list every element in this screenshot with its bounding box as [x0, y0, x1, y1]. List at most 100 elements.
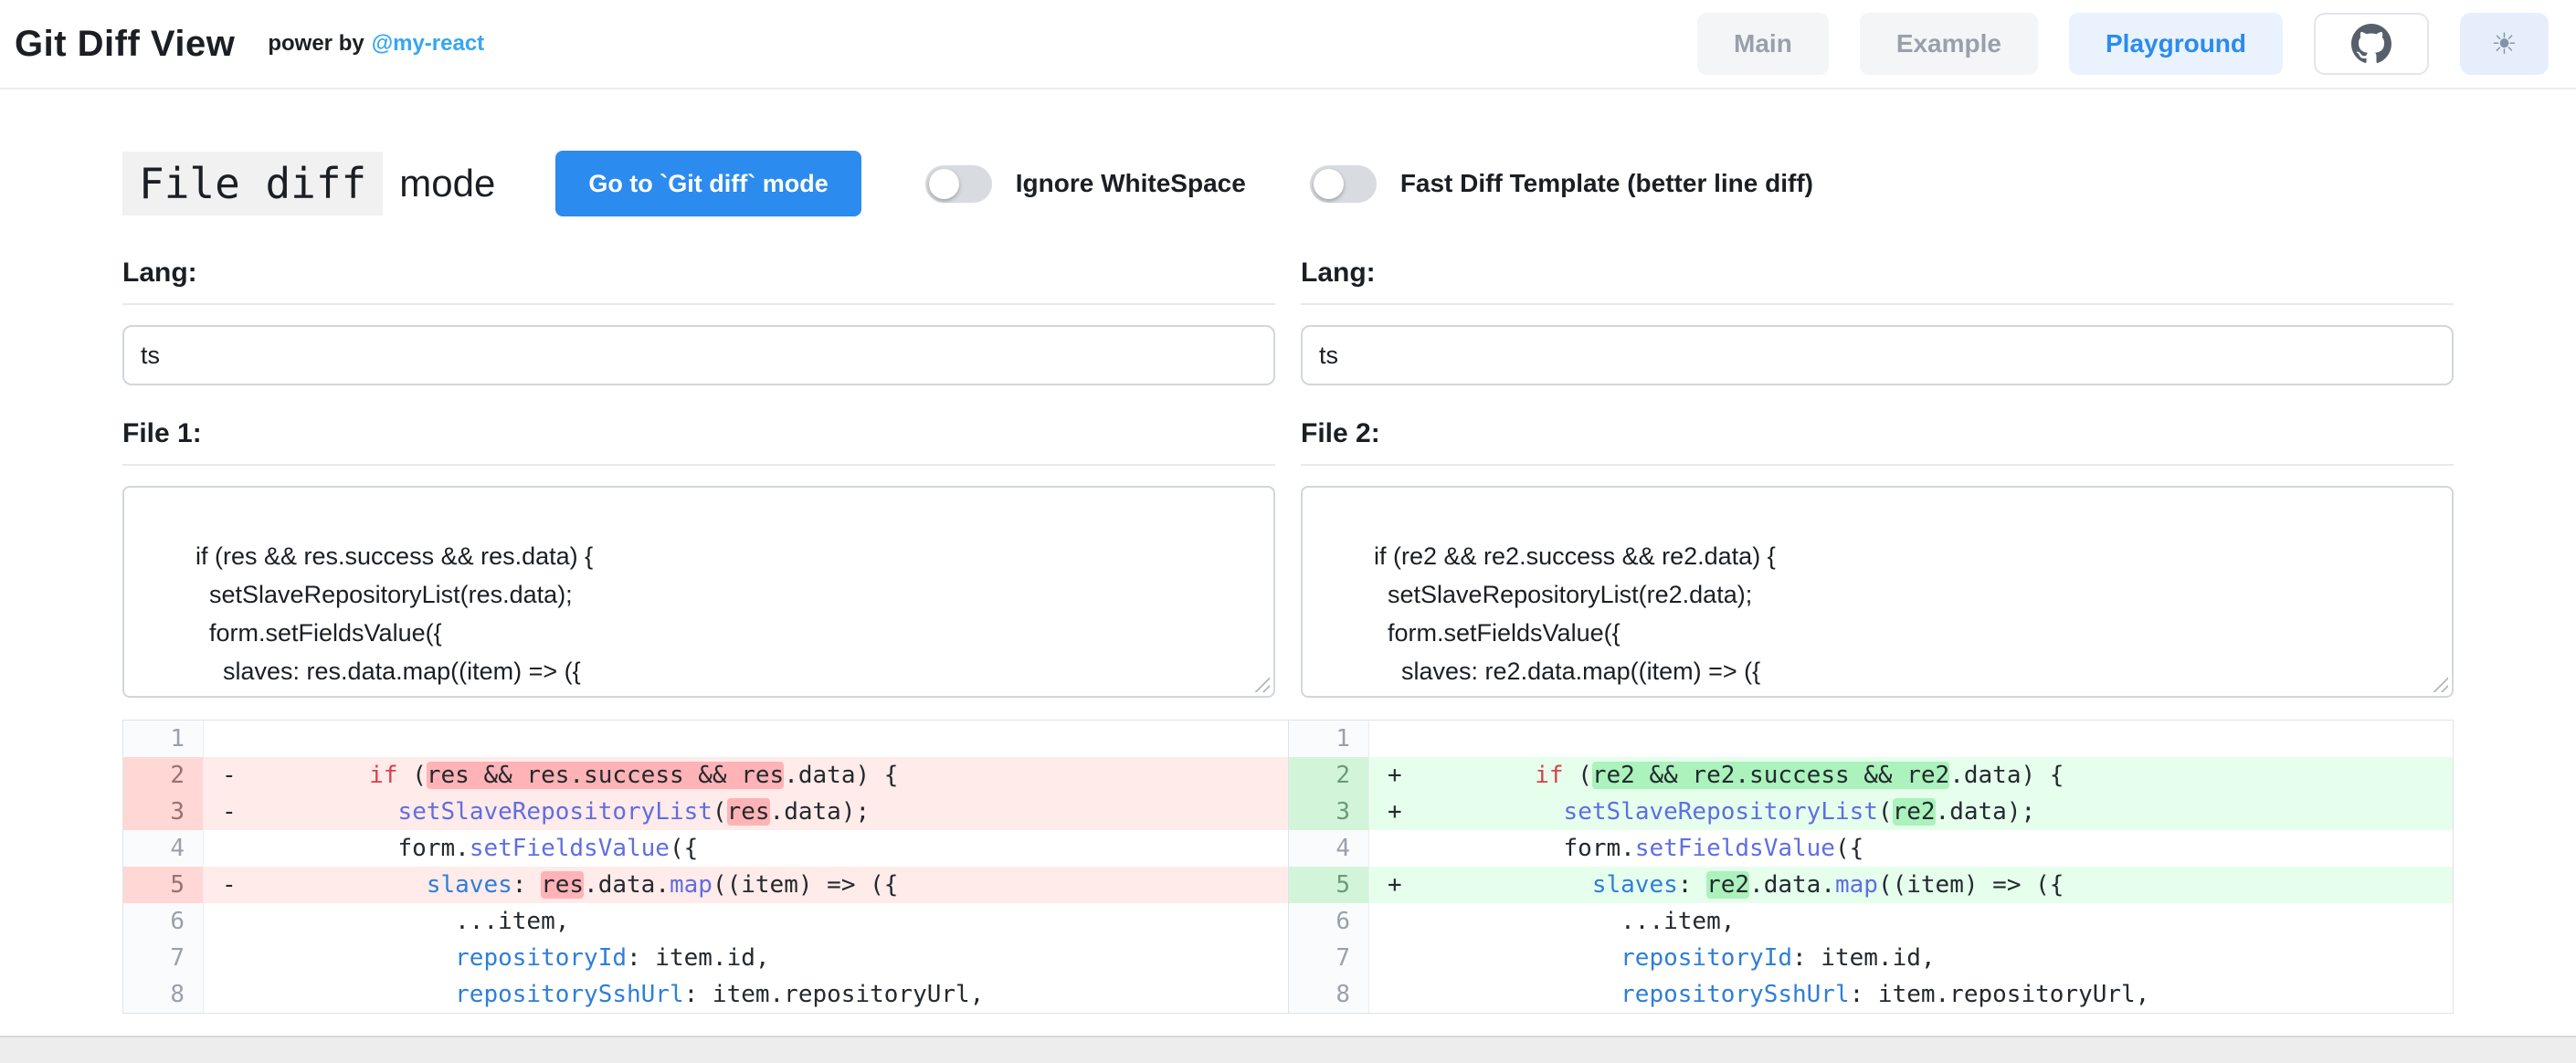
mode-heading-word: mode	[399, 162, 495, 205]
diff-line: 1	[123, 721, 1288, 757]
code-line: slaves: res.data.map((item) => ({	[255, 867, 898, 903]
line-number: 8	[123, 976, 204, 1013]
diff-sign: -	[204, 757, 255, 794]
file2-label: File 2:	[1301, 418, 2454, 466]
file2-textarea[interactable]: if (re2 && re2.success && re2.data) { se…	[1301, 486, 2454, 698]
diff-line: 7 repositoryId: item.id,	[123, 940, 1288, 976]
line-number: 4	[123, 830, 204, 867]
diff-line: 4 form.setFieldsValue({	[123, 830, 1288, 867]
diff-line: 8 repositorySshUrl: item.repositoryUrl,	[123, 976, 1288, 1013]
fast-diff-template-label: Fast Diff Template (better line diff)	[1400, 169, 1813, 198]
line-number: 3	[123, 794, 204, 830]
mode-heading-code: File diff	[122, 152, 383, 216]
mode-row: File diff mode Go to `Git diff` mode Ign…	[122, 150, 2454, 217]
diff-sign: -	[204, 867, 255, 903]
fast-diff-template-group: Fast Diff Template (better line diff)	[1310, 165, 1813, 203]
input-columns: Lang: File 1: if (res && res.success && …	[122, 258, 2454, 698]
diff-line: 7 repositoryId: item.id,	[1289, 940, 2453, 976]
github-button[interactable]	[2314, 13, 2429, 75]
diff-sign: +	[1369, 757, 1420, 794]
diff-sign: +	[1369, 867, 1420, 903]
diff-sign: -	[204, 794, 255, 830]
code-line: repositoryId: item.id,	[1420, 940, 1936, 976]
file1-textarea[interactable]: if (res && res.success && res.data) { se…	[122, 486, 1275, 698]
diff-sign	[204, 976, 255, 1013]
code-line: setSlaveRepositoryList(re2.data);	[1420, 794, 2035, 830]
power-by-link[interactable]: @my-react	[372, 31, 484, 56]
line-number: 1	[123, 721, 204, 757]
file2-textarea-wrap: if (re2 && re2.success && re2.data) { se…	[1301, 486, 2454, 698]
fast-diff-template-toggle[interactable]	[1310, 165, 1377, 203]
code-line: form.setFieldsValue({	[1420, 830, 1863, 867]
line-number: 6	[1289, 903, 1369, 940]
nav-playground-button[interactable]: Playground	[2069, 13, 2283, 75]
theme-toggle-button[interactable]: ☀	[2460, 13, 2549, 75]
line-number: 2	[123, 757, 204, 794]
diff-line: 2+ if (re2 && re2.success && re2.data) {	[1289, 757, 2453, 794]
code-line: repositoryId: item.id,	[255, 940, 770, 976]
diff-line: 3+ setSlaveRepositoryList(re2.data);	[1289, 794, 2453, 830]
code-line: ...item,	[1420, 903, 1735, 940]
main-content: File diff mode Go to `Git diff` mode Ign…	[0, 150, 2576, 1014]
lang-input-right[interactable]	[1301, 325, 2454, 385]
diff-sign	[204, 721, 255, 757]
line-number: 5	[1289, 867, 1369, 903]
ignore-whitespace-label: Ignore WhiteSpace	[1016, 169, 1246, 198]
line-number: 7	[1289, 940, 1369, 976]
line-number: 2	[1289, 757, 1369, 794]
diff-sign	[1369, 721, 1420, 757]
diff-sign	[204, 903, 255, 940]
file1-textarea-wrap: if (res && res.success && res.data) { se…	[122, 486, 1275, 698]
file2-column: Lang: File 2: if (re2 && re2.success && …	[1301, 258, 2454, 698]
diff-line: 2- if (res && res.success && res.data) {	[123, 757, 1288, 794]
diff-view: 12- if (res && res.success && res.data) …	[122, 720, 2454, 1014]
sun-icon: ☀	[2491, 29, 2518, 58]
diff-sign: +	[1369, 794, 1420, 830]
diff-sign	[1369, 903, 1420, 940]
diff-sign	[1369, 940, 1420, 976]
line-number: 7	[123, 940, 204, 976]
code-line: if (re2 && re2.success && re2.data) {	[1420, 757, 2064, 794]
line-number: 6	[123, 903, 204, 940]
lang-input-left[interactable]	[122, 325, 1275, 385]
diff-line: 4 form.setFieldsValue({	[1289, 830, 2453, 867]
lang-label-left: Lang:	[122, 258, 1275, 305]
github-icon	[2351, 24, 2391, 64]
line-number: 4	[1289, 830, 1369, 867]
diff-sign	[1369, 976, 1420, 1013]
code-line: ...item,	[255, 903, 569, 940]
line-number: 3	[1289, 794, 1369, 830]
line-number: 5	[123, 867, 204, 903]
nav-main-button[interactable]: Main	[1697, 13, 1829, 75]
diff-line: 6 ...item,	[1289, 903, 2453, 940]
power-by-text: power by	[268, 31, 364, 56]
app-header: Git Diff View power by @my-react Main Exa…	[0, 0, 2576, 89]
diff-line: 5+ slaves: re2.data.map((item) => ({	[1289, 867, 2453, 903]
ignore-whitespace-toggle[interactable]	[925, 165, 992, 203]
diff-line: 1	[1289, 721, 2453, 757]
code-line: repositorySshUrl: item.repositoryUrl,	[255, 976, 984, 1013]
line-number: 1	[1289, 721, 1369, 757]
diff-sign	[204, 830, 255, 867]
diff-pane-old: 12- if (res && res.success && res.data) …	[123, 721, 1288, 1013]
app-title: Git Diff View	[15, 24, 235, 65]
power-by: power by @my-react	[268, 31, 484, 57]
diff-sign	[204, 940, 255, 976]
diff-line: 5- slaves: res.data.map((item) => ({	[123, 867, 1288, 903]
lang-label-right: Lang:	[1301, 258, 2454, 305]
code-line: slaves: re2.data.map((item) => ({	[1420, 867, 2064, 903]
header-nav: Main Example Playground ☀	[1697, 13, 2549, 75]
line-number: 8	[1289, 976, 1369, 1013]
diff-sign	[1369, 830, 1420, 867]
toggle-knob	[1314, 169, 1344, 199]
go-to-git-diff-mode-button[interactable]: Go to `Git diff` mode	[555, 151, 860, 216]
diff-pane-new: 12+ if (re2 && re2.success && re2.data) …	[1288, 721, 2453, 1013]
diff-line: 8 repositorySshUrl: item.repositoryUrl,	[1289, 976, 2453, 1013]
code-line: form.setFieldsValue({	[255, 830, 698, 867]
ignore-whitespace-group: Ignore WhiteSpace	[925, 165, 1246, 203]
nav-example-button[interactable]: Example	[1860, 13, 2038, 75]
code-line: if (res && res.success && res.data) {	[255, 757, 898, 794]
file1-label: File 1:	[122, 418, 1275, 466]
toggle-knob	[929, 169, 959, 199]
file1-column: Lang: File 1: if (res && res.success && …	[122, 258, 1275, 698]
